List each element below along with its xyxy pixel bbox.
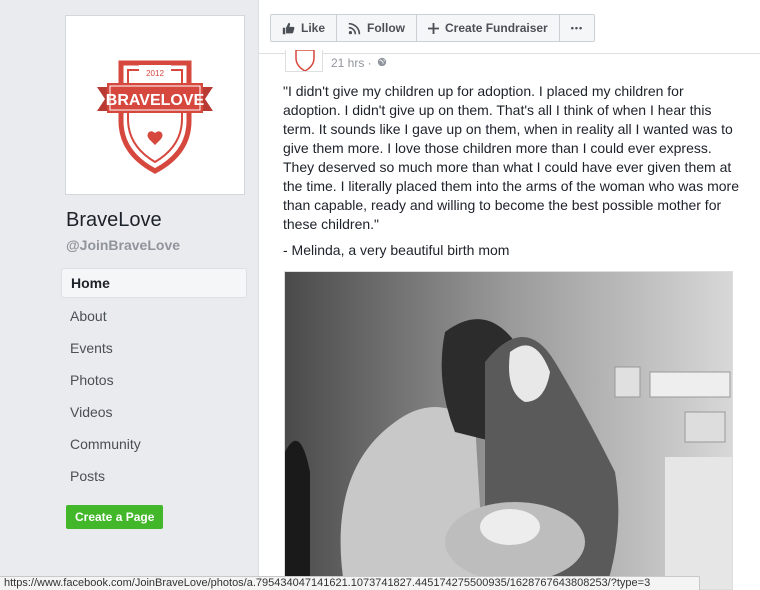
nav-item-posts[interactable]: Posts (61, 460, 247, 492)
post-author-avatar[interactable] (285, 50, 323, 72)
nav-item-videos[interactable]: Videos (61, 396, 247, 428)
status-bar-url: https://www.facebook.com/JoinBraveLove/p… (0, 576, 700, 590)
create-fundraiser-label: Create Fundraiser (445, 21, 548, 35)
plus-icon (428, 22, 440, 34)
post-time-label: 21 hrs · (331, 56, 372, 70)
nav-item-about[interactable]: About (61, 300, 247, 332)
post-body-text: "I didn't give my children up for adopti… (283, 83, 739, 232)
post-signature: - Melinda, a very beautiful birth mom (283, 242, 510, 258)
follow-label: Follow (367, 21, 406, 35)
like-label: Like (301, 21, 326, 35)
profile-picture[interactable]: 2012 BRAVELOVE (65, 15, 245, 195)
follow-button[interactable]: Follow (337, 15, 418, 41)
post-timestamp[interactable]: 21 hrs · (331, 56, 387, 70)
rss-icon (348, 22, 361, 35)
more-options-button[interactable]: ••• (560, 15, 594, 41)
like-button[interactable]: Like (271, 15, 338, 41)
logo-year: 2012 (146, 69, 164, 78)
globe-icon (377, 56, 387, 70)
more-icon: ••• (570, 23, 584, 33)
nav-item-community[interactable]: Community (61, 428, 247, 460)
page-nav: Home About Events Photos Videos Communit… (61, 268, 247, 492)
page-title[interactable]: BraveLove (66, 209, 162, 232)
thumbs-up-icon (282, 22, 295, 35)
nav-item-events[interactable]: Events (61, 332, 247, 364)
logo-wordmark: BRAVELOVE (106, 92, 205, 109)
divider (259, 53, 760, 54)
left-sidebar: 2012 BRAVELOVE BraveLove @JoinBraveLove … (0, 0, 258, 590)
page-handle[interactable]: @JoinBraveLove (66, 237, 180, 253)
page-action-bar: Like Follow Create Fundraiser ••• (270, 14, 596, 42)
post-photo[interactable] (284, 271, 733, 590)
heart-icon (147, 131, 163, 145)
main-content: Like Follow Create Fundraiser ••• 21 hrs… (258, 0, 760, 590)
nav-item-photos[interactable]: Photos (61, 364, 247, 396)
create-page-button[interactable]: Create a Page (66, 505, 164, 529)
nav-item-home[interactable]: Home (61, 268, 247, 298)
create-fundraiser-button[interactable]: Create Fundraiser (417, 15, 560, 41)
bravelove-logo: 2012 BRAVELOVE (69, 19, 241, 191)
